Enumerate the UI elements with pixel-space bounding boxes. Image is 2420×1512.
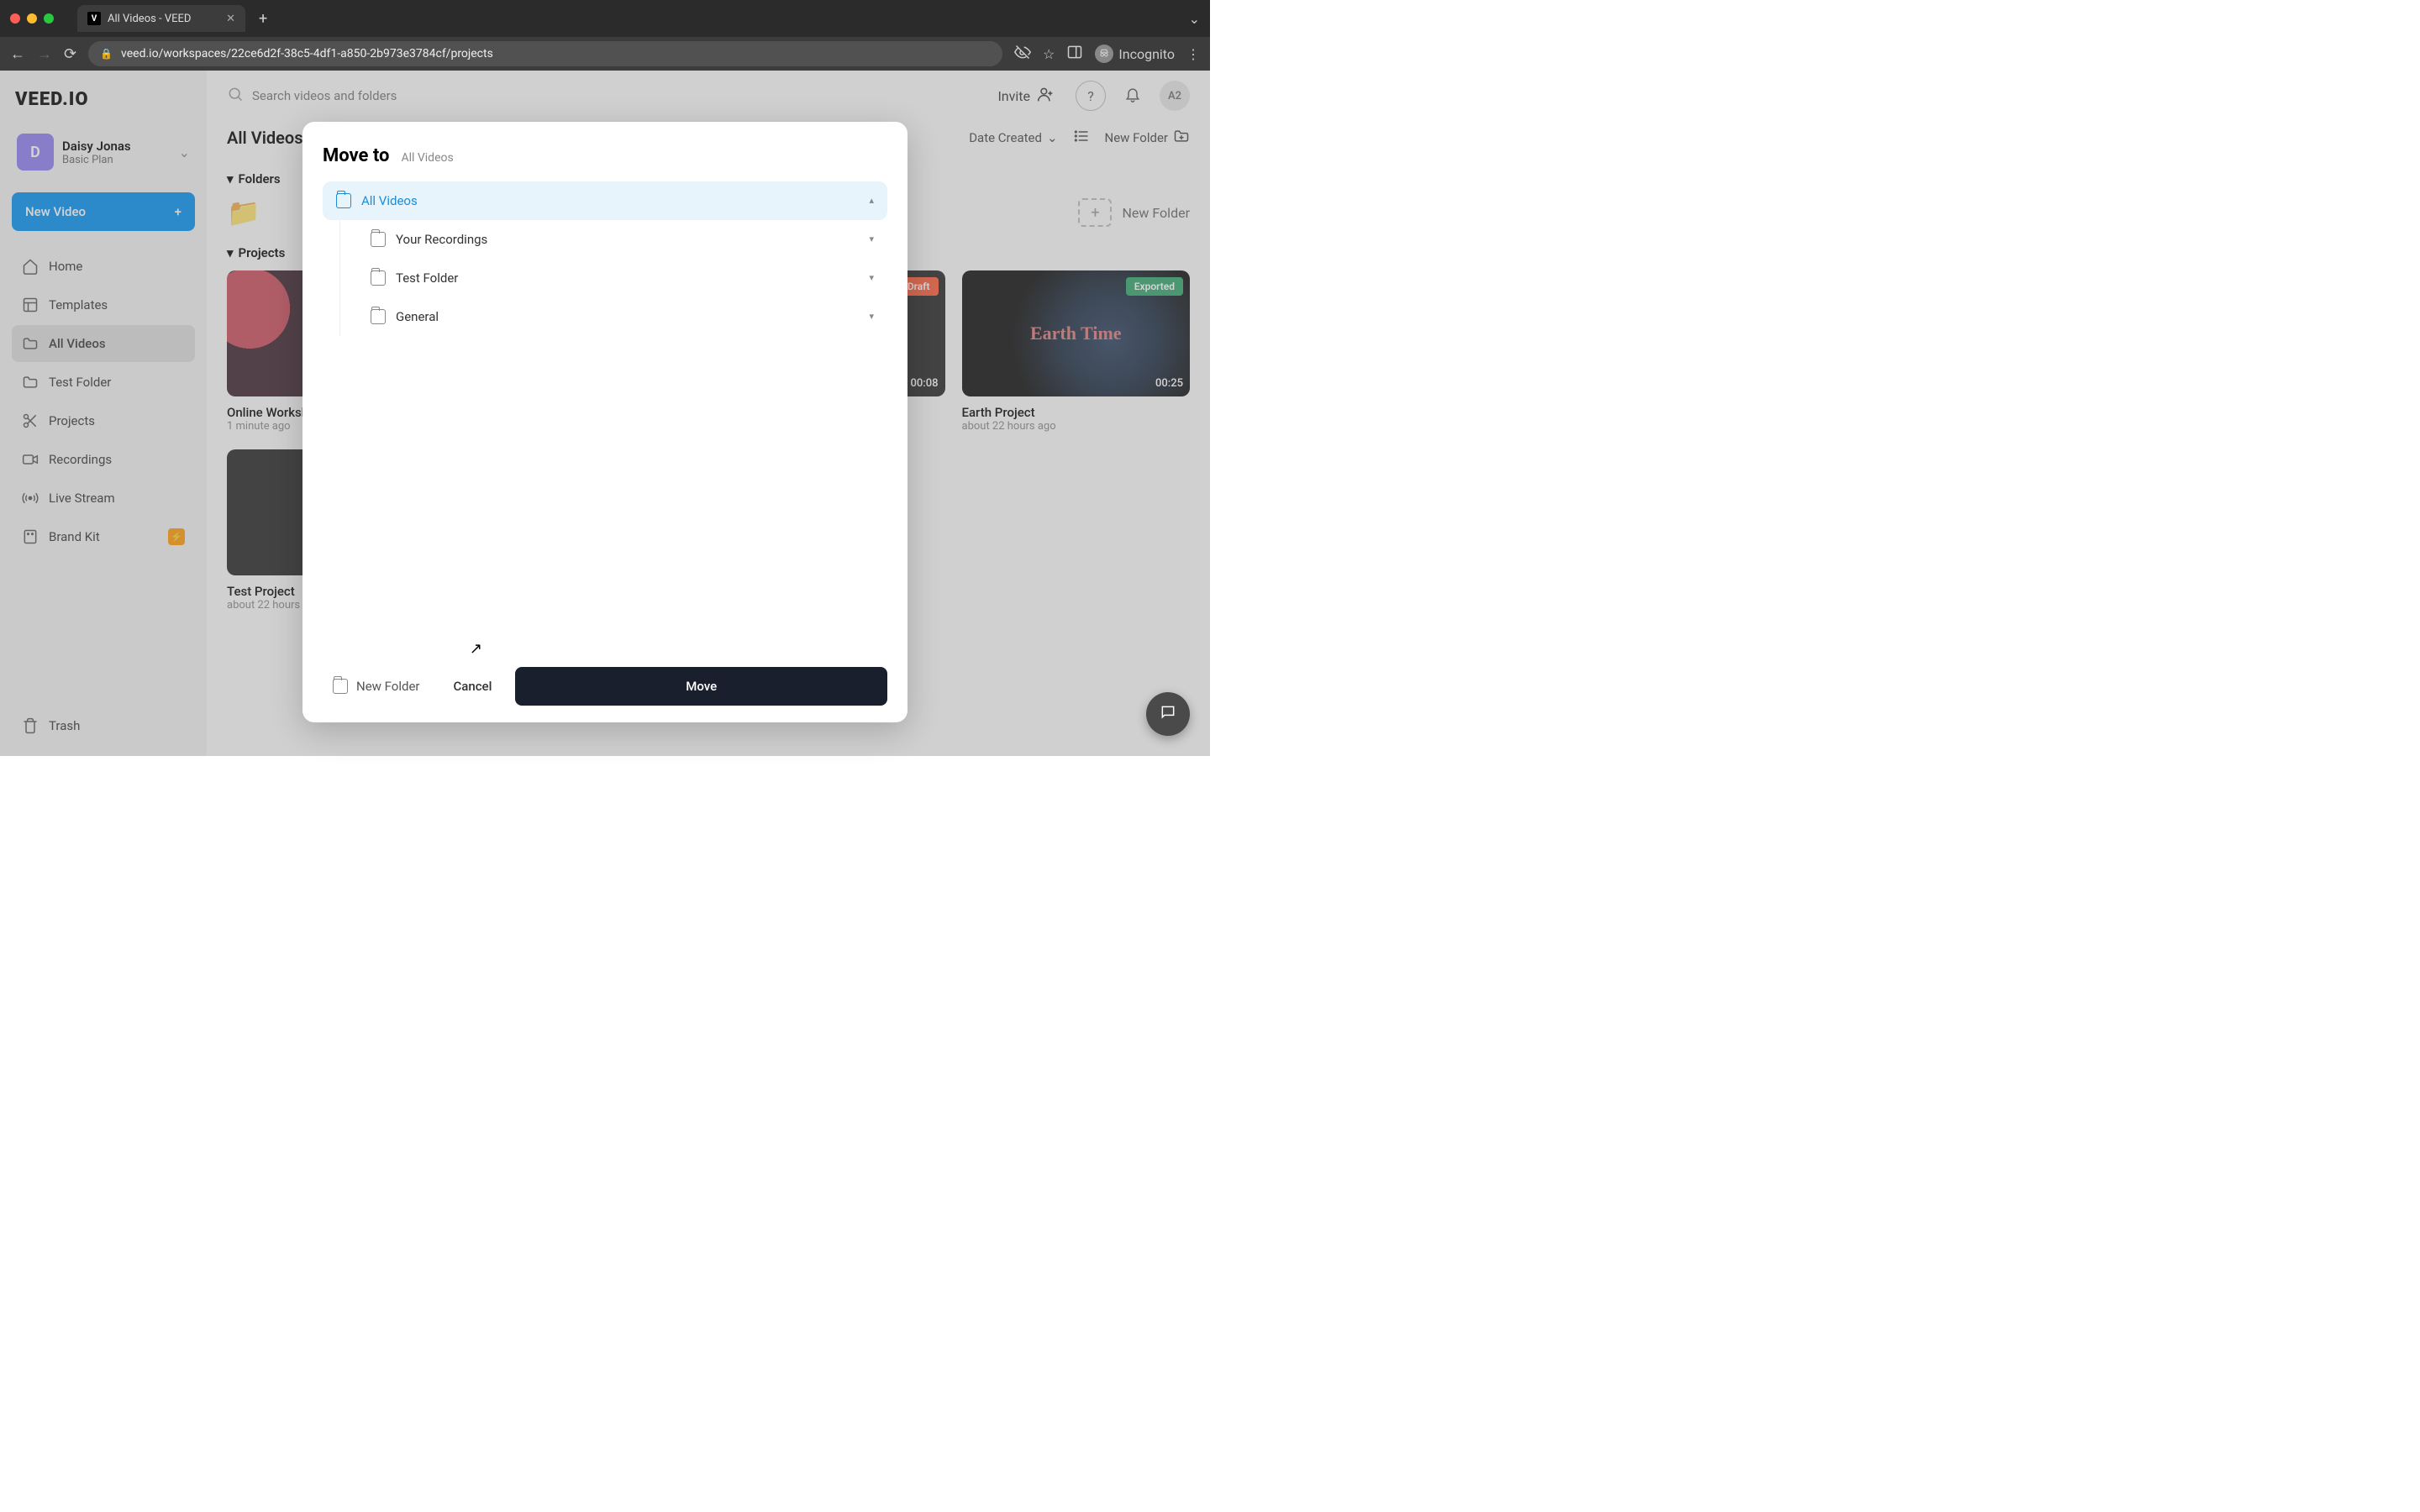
tree-item-label: Test Folder xyxy=(396,270,458,286)
reload-button[interactable]: ⟳ xyxy=(64,45,76,63)
back-button[interactable]: ← xyxy=(10,45,25,63)
address-bar[interactable]: 🔒 veed.io/workspaces/22ce6d2f-38c5-4df1-… xyxy=(88,41,1002,66)
folder-icon xyxy=(371,309,386,324)
chat-icon xyxy=(1160,704,1176,724)
tab-favicon: V xyxy=(87,12,101,25)
tree-item-label: Your Recordings xyxy=(396,232,487,247)
minimize-window-button[interactable] xyxy=(27,13,37,24)
folder-icon xyxy=(336,193,351,208)
modal-new-folder-button[interactable]: New Folder xyxy=(323,670,429,702)
caret-up-icon: ▴ xyxy=(869,195,874,206)
tree-item-child[interactable]: General ▾ xyxy=(357,297,887,336)
eye-off-icon[interactable] xyxy=(1014,44,1031,64)
move-button[interactable]: Move xyxy=(515,667,887,706)
folder-icon xyxy=(371,232,386,247)
folder-icon xyxy=(371,270,386,286)
folder-icon xyxy=(333,679,348,694)
panel-icon[interactable] xyxy=(1066,44,1083,64)
modal-overlay[interactable]: Move to All Videos All Videos ▴ Your Rec… xyxy=(0,71,1210,756)
incognito-indicator[interactable]: Incognito xyxy=(1095,45,1175,63)
modal-breadcrumb: All Videos xyxy=(401,151,453,165)
incognito-label: Incognito xyxy=(1118,46,1175,62)
star-icon[interactable]: ☆ xyxy=(1043,46,1055,62)
close-tab-icon[interactable]: ✕ xyxy=(226,13,235,25)
caret-down-icon: ▾ xyxy=(869,234,874,244)
cancel-button[interactable]: Cancel xyxy=(438,669,507,704)
kebab-menu-icon[interactable]: ⋮ xyxy=(1186,46,1200,62)
browser-toolbar: ← → ⟳ 🔒 veed.io/workspaces/22ce6d2f-38c5… xyxy=(0,37,1210,71)
move-to-modal: Move to All Videos All Videos ▴ Your Rec… xyxy=(302,122,908,722)
close-window-button[interactable] xyxy=(10,13,20,24)
tree-item-root[interactable]: All Videos ▴ xyxy=(323,181,887,220)
url-text: veed.io/workspaces/22ce6d2f-38c5-4df1-a8… xyxy=(121,47,493,60)
window-controls xyxy=(10,13,54,24)
incognito-icon xyxy=(1095,45,1113,63)
tab-title: All Videos - VEED xyxy=(108,13,191,25)
modal-title: Move to xyxy=(323,145,389,166)
lock-icon: 🔒 xyxy=(100,48,113,60)
app-root: VEED.IO D Daisy Jonas Basic Plan ⌄ New V… xyxy=(0,71,1210,756)
tree-item-child[interactable]: Your Recordings ▾ xyxy=(357,220,887,259)
tree-item-label: All Videos xyxy=(361,193,418,208)
caret-down-icon: ▾ xyxy=(869,272,874,283)
forward-button[interactable]: → xyxy=(37,45,52,63)
tree-item-child[interactable]: Test Folder ▾ xyxy=(357,259,887,297)
tab-overflow-icon[interactable]: ⌄ xyxy=(1189,11,1200,27)
caret-down-icon: ▾ xyxy=(869,311,874,322)
browser-tab-strip: V All Videos - VEED ✕ + ⌄ xyxy=(0,0,1210,37)
chat-fab[interactable] xyxy=(1146,692,1190,736)
tree-item-label: General xyxy=(396,309,439,324)
browser-tab[interactable]: V All Videos - VEED ✕ xyxy=(77,5,245,32)
new-tab-button[interactable]: + xyxy=(259,10,267,28)
modal-new-folder-label: New Folder xyxy=(356,679,419,694)
maximize-window-button[interactable] xyxy=(44,13,54,24)
folder-tree: All Videos ▴ Your Recordings ▾ Test Fold… xyxy=(323,181,887,654)
